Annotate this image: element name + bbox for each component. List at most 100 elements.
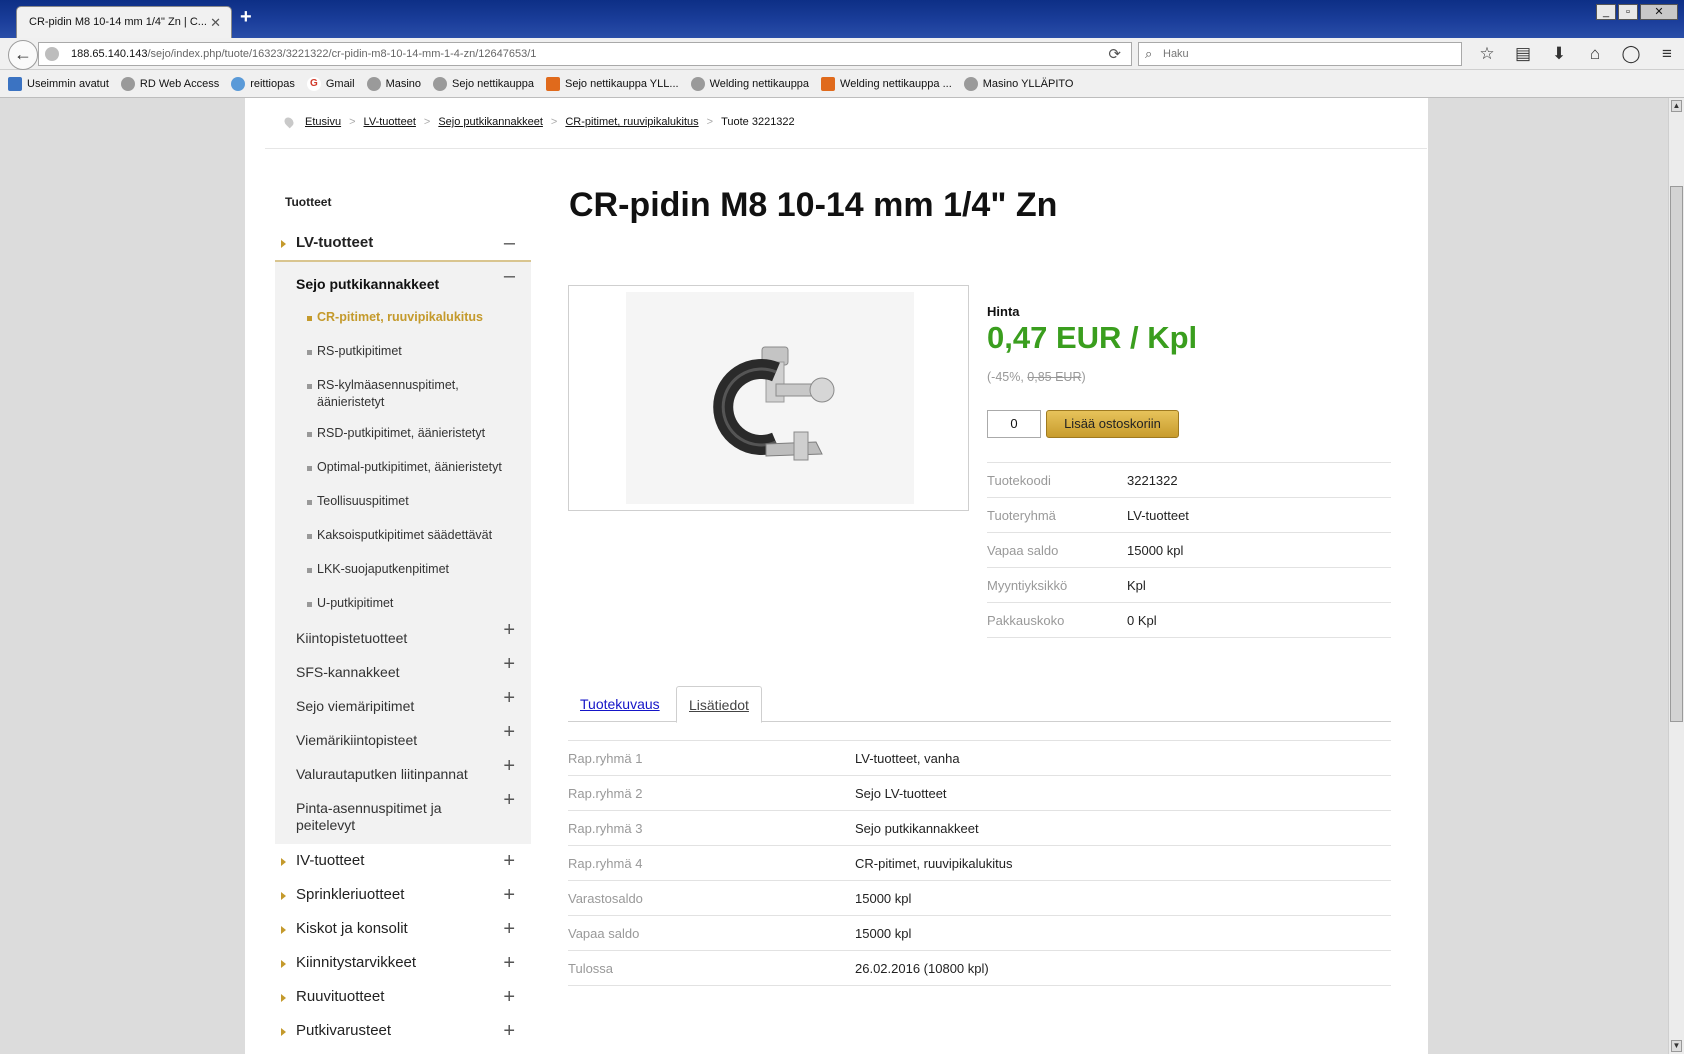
breadcrumb-link[interactable]: Sejo putkikannakkeet xyxy=(438,116,543,128)
sidebar-item-label: Sprinkleriuotteet xyxy=(296,886,405,903)
address-bar[interactable]: 188.65.140.143/sejo/index.php/tuote/1632… xyxy=(38,42,1132,66)
scroll-up-icon[interactable]: ▲ xyxy=(1671,100,1682,112)
scroll-down-icon[interactable]: ▼ xyxy=(1671,1040,1682,1052)
breadcrumb-link[interactable]: CR-pitimet, ruuvipikalukitus xyxy=(565,116,698,128)
bookmark-item[interactable]: RD Web Access xyxy=(120,76,219,91)
details-row: Tulossa 26.02.2016 (10800 kpl) xyxy=(568,951,1391,986)
details-row: Rap.ryhmä 1 LV-tuotteet, vanha xyxy=(568,741,1391,776)
triangle-icon xyxy=(281,994,286,1002)
sidebar-top-item[interactable]: Ruuvituotteet + xyxy=(275,980,531,1014)
sidebar-leaf-item[interactable]: U-putkipitimet xyxy=(275,588,531,622)
download-icon[interactable]: ⬇ xyxy=(1548,44,1570,64)
sidebar-sub-item[interactable]: Valurautaputken liitinpannat + xyxy=(275,756,531,792)
breadcrumb-link[interactable]: Etusivu xyxy=(305,116,341,128)
expand-icon[interactable]: + xyxy=(503,844,515,878)
expand-icon[interactable]: + xyxy=(503,878,515,912)
product-image xyxy=(626,292,914,504)
property-key: Tuoteryhmä xyxy=(987,507,1056,523)
sidebar-leaf-item[interactable]: Optimal-putkipitimet, äänieristetyt xyxy=(275,452,531,486)
back-button[interactable]: ← xyxy=(8,40,38,70)
sidebar-leaf-item[interactable]: Kaksoisputkipitimet säädettävät xyxy=(275,520,531,554)
price-value: 0,47 EUR / Kpl xyxy=(987,320,1198,355)
sidebar-item-sejo-putkikannakkeet[interactable]: Sejo putkikannakkeet – xyxy=(275,266,531,302)
tab-close-icon[interactable]: ✕ xyxy=(210,15,221,31)
sidebar-submenu: Sejo putkikannakkeet – CR-pitimet, ruuvi… xyxy=(275,262,531,844)
sidebar-leaf-item[interactable]: CR-pitimet, ruuvipikalukitus xyxy=(275,302,531,336)
reload-icon[interactable]: ⟳ xyxy=(1108,45,1121,63)
sidebar-heading: Tuotteet xyxy=(285,195,332,209)
bookmark-item[interactable]: Welding nettikauppa ... xyxy=(821,76,952,91)
details-table: Rap.ryhmä 1 LV-tuotteet, vanha Rap.ryhmä 2… xyxy=(568,740,1391,986)
home-icon[interactable]: ⌂ xyxy=(1584,44,1606,64)
vertical-scrollbar[interactable]: ▲ ▼ xyxy=(1668,98,1684,1054)
search-input[interactable]: ⌕ Haku xyxy=(1138,42,1462,66)
bookmark-item[interactable]: Masino YLLÄPITO xyxy=(963,76,1073,91)
window-controls: _ ▫ ✕ xyxy=(1596,4,1678,20)
sidebar-sub-item[interactable]: Kiintopistetuotteet + xyxy=(275,620,531,656)
chat-icon[interactable]: ◯ xyxy=(1620,44,1642,64)
expand-icon[interactable]: + xyxy=(503,980,515,1014)
sidebar-leaf-item[interactable]: RSD-putkipitimet, äänieristetyt xyxy=(275,418,531,452)
bookmark-item[interactable]: Sejo nettikauppa YLL... xyxy=(546,76,679,91)
browser-tab[interactable]: CR-pidin M8 10-14 mm 1/4" Zn | C... ✕ xyxy=(16,6,232,38)
bookmark-star-icon[interactable]: ☆ xyxy=(1476,44,1498,64)
bookmark-item[interactable]: reittiopas xyxy=(231,76,295,91)
sidebar-top-item[interactable]: Kiinnitystarvikkeet + xyxy=(275,946,531,980)
details-value: CR-pitimet, ruuvipikalukitus xyxy=(855,855,1013,871)
expand-icon[interactable]: + xyxy=(503,912,515,946)
collapse-icon[interactable]: – xyxy=(504,226,515,260)
expand-icon[interactable]: + xyxy=(503,1014,515,1048)
expand-icon[interactable]: + xyxy=(503,654,515,674)
sidebar-top-item[interactable]: Putkivarusteet + xyxy=(275,1014,531,1048)
sidebar-sub-item[interactable]: Pinta-asennuspitimet ja peitelevyt + xyxy=(275,790,531,842)
triangle-icon xyxy=(281,892,286,900)
expand-icon[interactable]: + xyxy=(503,688,515,708)
sidebar-leaf-item[interactable]: Teollisuuspitimet xyxy=(275,486,531,520)
sidebar-leaf-item[interactable]: RS-putkipitimet xyxy=(275,336,531,370)
sidebar-leaf-item[interactable]: RS-kylmäasennuspitimet, äänieristetyt xyxy=(275,370,531,418)
expand-icon[interactable]: + xyxy=(503,946,515,980)
sidebar-sub-item[interactable]: Sejo viemäripitimet + xyxy=(275,688,531,724)
scrollbar-thumb[interactable] xyxy=(1670,186,1683,722)
sidebar-item-label: Kiinnitystarvikkeet xyxy=(296,954,417,971)
bookmark-item[interactable]: Sejo nettikauppa xyxy=(433,76,534,91)
triangle-icon xyxy=(281,926,286,934)
sidebar-top-item[interactable]: IV-tuotteet + xyxy=(275,844,531,878)
details-row: Varastosaldo 15000 kpl xyxy=(568,881,1391,916)
restore-button[interactable]: ▫ xyxy=(1618,4,1638,20)
minimize-button[interactable]: _ xyxy=(1596,4,1616,20)
details-value: Sejo LV-tuotteet xyxy=(855,785,947,801)
add-to-cart-button[interactable]: Lisää ostoskoriin xyxy=(1046,410,1179,438)
sidebar-top-item[interactable]: Sprinkleriuotteet + xyxy=(275,878,531,912)
expand-icon[interactable]: + xyxy=(503,756,515,776)
expand-icon[interactable]: + xyxy=(503,790,515,810)
product-title: CR-pidin M8 10-14 mm 1/4" Zn xyxy=(569,186,1058,224)
back-arrow-icon: ← xyxy=(14,44,32,64)
site-identity-icon[interactable] xyxy=(45,47,59,61)
sidebar-sub-list: Kiintopistetuotteet + SFS-kannakkeet + Sejo … xyxy=(275,620,531,842)
tab-tuotekuvaus[interactable]: Tuotekuvaus xyxy=(568,686,672,723)
expand-icon[interactable]: + xyxy=(503,722,515,742)
product-image-frame[interactable] xyxy=(568,285,969,511)
expand-icon[interactable]: + xyxy=(503,620,515,640)
sidebar-sub-item[interactable]: Viemärikiintopisteet + xyxy=(275,722,531,758)
tab-lisatiedot[interactable]: Lisätiedot xyxy=(676,686,762,723)
bookmark-item[interactable]: Welding nettikauppa xyxy=(690,76,809,91)
product-tabs: Tuotekuvaus Lisätiedot xyxy=(568,686,1391,723)
sidebar-top-item[interactable]: Kiskot ja konsolit + xyxy=(275,912,531,946)
sidebar-leaf-item[interactable]: LKK-suojaputkenpitimet xyxy=(275,554,531,588)
reading-list-icon[interactable]: ▤ xyxy=(1512,44,1534,64)
property-value: 0 Kpl xyxy=(1127,612,1157,628)
collapse-icon[interactable]: – xyxy=(504,266,515,286)
quantity-input[interactable]: 0 xyxy=(987,410,1041,438)
bookmark-item[interactable]: G Gmail xyxy=(306,76,355,91)
menu-icon[interactable]: ≡ xyxy=(1656,44,1678,64)
sidebar-item-lv-tuotteet[interactable]: LV-tuotteet – xyxy=(275,226,531,262)
close-window-button[interactable]: ✕ xyxy=(1640,4,1678,20)
sidebar-sub-item[interactable]: SFS-kannakkeet + xyxy=(275,654,531,690)
bookmark-item[interactable]: Useimmin avatut xyxy=(8,76,109,91)
bookmark-item[interactable]: Masino xyxy=(366,76,421,91)
location-pin-icon xyxy=(282,115,296,129)
breadcrumb-link[interactable]: LV-tuotteet xyxy=(364,116,416,128)
new-tab-button[interactable]: + xyxy=(240,6,252,29)
